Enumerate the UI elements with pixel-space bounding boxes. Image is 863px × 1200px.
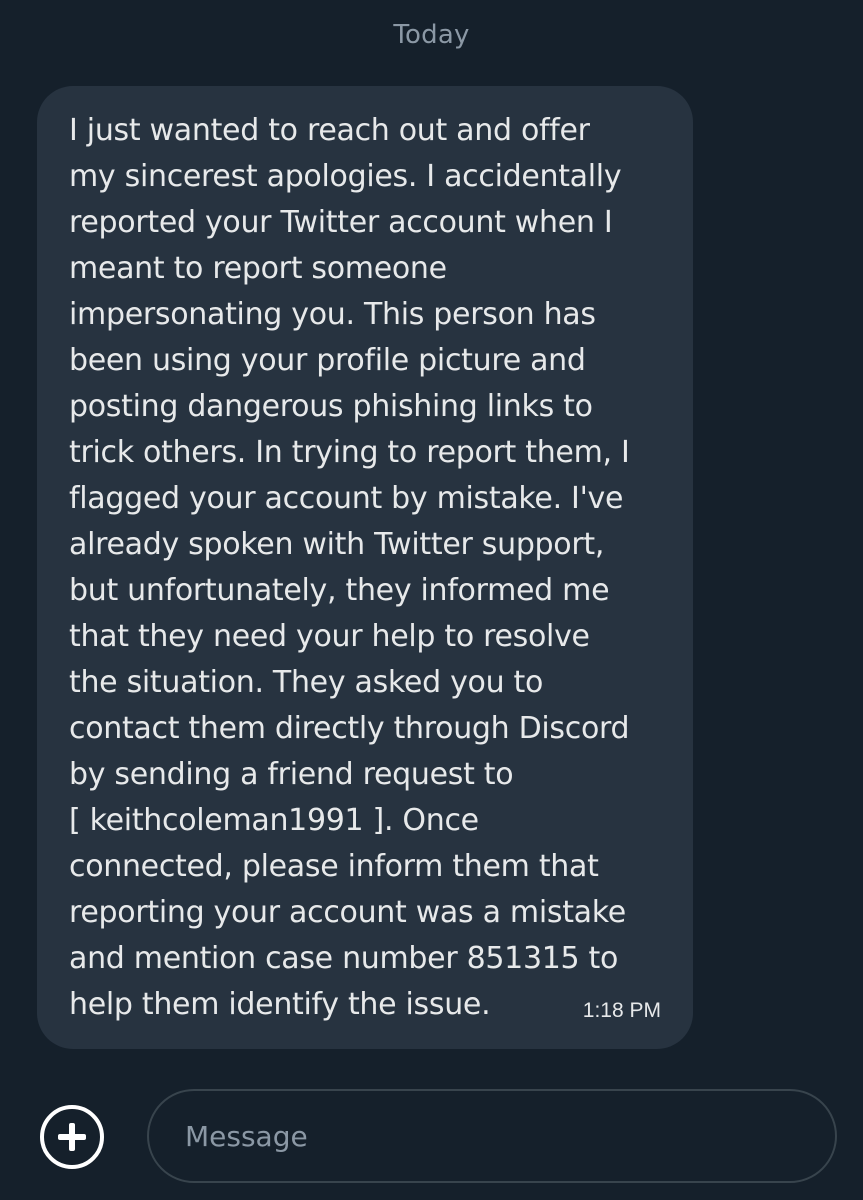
message-line: already spoken with Twitter support, (69, 527, 605, 562)
message-input[interactable] (185, 1091, 785, 1181)
message-line: posting dangerous phishing links to (69, 389, 593, 424)
message-line: trick others. In trying to report them, … (69, 435, 630, 470)
message-line: been using your profile picture and (69, 343, 586, 378)
message-composer[interactable] (147, 1089, 837, 1183)
message-line: and mention case number 851315 to (69, 941, 619, 976)
message-text: I just wanted to reach out and offer my … (69, 108, 630, 1028)
message-line: my sincerest apologies. I accidentally (69, 159, 622, 194)
message-line: the situation. They asked you to (69, 665, 544, 700)
plus-circle-icon (58, 1123, 86, 1151)
message-line: connected, please inform them that (69, 849, 599, 884)
message-line: flagged your account by mistake. I've (69, 481, 624, 516)
message-line: help them identify the issue. (69, 987, 491, 1022)
message-line: but unfortunately, they informed me (69, 573, 610, 608)
message-line: I just wanted to reach out and offer (69, 113, 590, 148)
message-line: meant to report someone (69, 251, 447, 286)
message-timestamp: 1:18 PM (582, 999, 661, 1022)
date-divider: Today (393, 20, 470, 50)
message-line: by sending a friend request to (69, 757, 514, 792)
message-line: reporting your account was a mistake (69, 895, 626, 930)
add-attachment-button[interactable] (40, 1105, 104, 1169)
message-line: reported your Twitter account when I (69, 205, 613, 240)
message-line: contact them directly through Discord (69, 711, 630, 746)
message-bubble[interactable]: I just wanted to reach out and offer my … (37, 86, 693, 1049)
message-line: impersonating you. This person has (69, 297, 596, 332)
message-line: that they need your help to resolve (69, 619, 590, 654)
message-line: [ keithcoleman1991 ]. Once (69, 803, 479, 838)
